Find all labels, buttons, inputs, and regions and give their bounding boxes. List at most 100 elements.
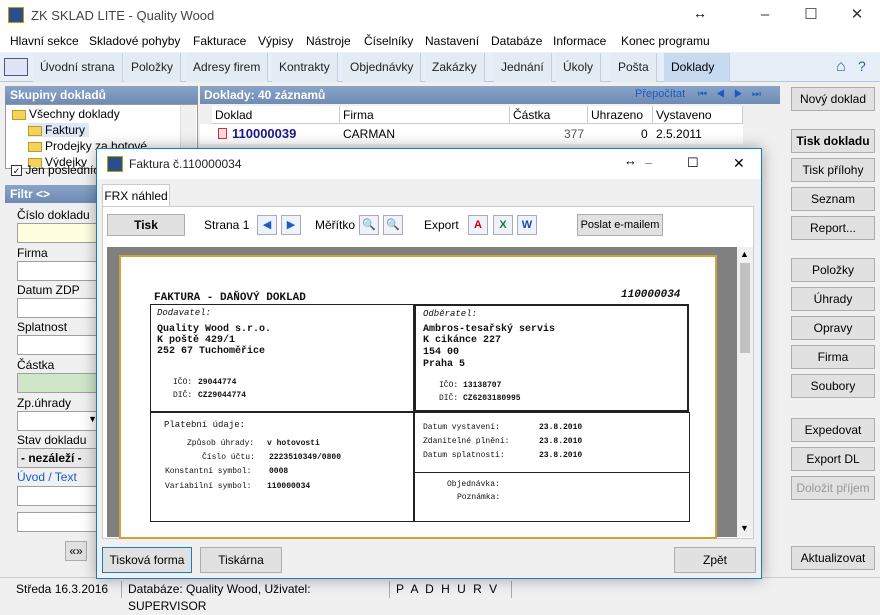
menu-item[interactable]: Číselníky <box>364 34 413 48</box>
menu-item[interactable]: Skladové pohyby <box>89 34 180 48</box>
scroll-down-icon[interactable]: ▼ <box>740 523 749 533</box>
report-preview: FAKTURA - DAŇOVÝ DOKLAD 110000034 Dodava… <box>107 247 753 539</box>
expand-button[interactable]: «» <box>65 541 87 561</box>
menu-item[interactable]: Výpisy <box>258 34 293 48</box>
menu-item[interactable]: Nástroje <box>306 34 351 48</box>
items-button[interactable]: Položky <box>791 258 875 282</box>
resize-arrows-icon[interactable]: ↔ <box>624 153 637 168</box>
toolbar-toggle-icon[interactable] <box>4 58 28 76</box>
tab-adresy-firem[interactable]: Adresy firem <box>186 53 269 82</box>
resize-arrows-icon[interactable]: ↔ <box>693 5 707 21</box>
only-last-checkbox[interactable]: ✓ Jen posledních <box>11 163 106 177</box>
supplier-ico: 29044774 <box>198 378 237 387</box>
print-form-button[interactable]: Tisková forma <box>102 547 192 573</box>
tab-posta[interactable]: Pošta <box>611 53 657 82</box>
tab-doklady[interactable]: Doklady <box>664 53 730 82</box>
menu-bar: Hlavní sekce Skladové pohyby Fakturace V… <box>0 32 880 52</box>
tab-objednavky[interactable]: Objednávky <box>343 53 422 82</box>
menu-item[interactable]: Informace <box>553 34 606 48</box>
cell-vystaveno: 2.5.2011 <box>656 127 702 141</box>
account-label: Číslo účtu: <box>202 453 255 462</box>
grid-nav-icons[interactable]: ⏮◀▶⏭ <box>698 89 770 100</box>
print-attachment-button[interactable]: Tisk přílohy <box>791 158 875 182</box>
tab-polozky[interactable]: Položky <box>124 53 182 82</box>
tree-item[interactable]: Všechny doklady <box>12 107 120 121</box>
maximize-icon[interactable]: ☐ <box>687 155 699 171</box>
list-button[interactable]: Seznam <box>791 187 875 211</box>
scroll-up-icon[interactable]: ▲ <box>740 249 749 259</box>
print-doc-button[interactable]: Tisk dokladu <box>791 129 875 153</box>
menu-item[interactable]: Hlavní sekce <box>10 34 79 48</box>
payments-button[interactable]: Úhrady <box>791 287 875 311</box>
files-button[interactable]: Soubory <box>791 374 875 398</box>
payment-label: Platební údaje: <box>164 420 246 430</box>
next-page-icon[interactable]: ▶ <box>281 215 301 235</box>
zp-uhrady-select[interactable]: ▼ <box>17 411 101 431</box>
help-icon[interactable]: ? <box>858 58 866 74</box>
export-excel-icon[interactable]: X <box>493 215 513 235</box>
home-icon[interactable]: ⌂ <box>836 58 846 76</box>
groups-header: Skupiny dokladů <box>5 86 198 104</box>
pay-method-label: Způsob úhrady: <box>187 439 255 448</box>
cell-uhrazeno: 0 <box>641 127 648 141</box>
minimize-icon[interactable]: – <box>645 155 652 170</box>
preview-pane: Tisk Strana 1 ◀ ▶ Měřítko 🔍 🔍 Export A X… <box>102 206 754 539</box>
maximize-icon[interactable]: ☐ <box>788 0 834 30</box>
stav-dokladu-select[interactable]: - nezáleží - <box>17 448 101 468</box>
tab-jednani[interactable]: Jednání <box>494 53 552 82</box>
close-icon[interactable]: ✕ <box>733 155 745 172</box>
scroll-thumb[interactable] <box>740 263 750 353</box>
new-doc-button[interactable]: Nový doklad <box>791 87 875 111</box>
menu-item[interactable]: Databáze <box>491 34 542 48</box>
table-row[interactable]: 110000039 CARMAN 377 0 2.5.2011 <box>200 124 743 144</box>
zoom-in-icon[interactable]: 🔍 <box>383 215 403 235</box>
scale-label: Měřítko <box>315 218 356 232</box>
tab-uvodni-strana[interactable]: Úvodní strana <box>33 53 123 82</box>
status-date: Středa 16.3.2016 <box>12 581 122 598</box>
order-label: Objednávka: <box>447 480 500 489</box>
export-label: Export <box>424 218 459 232</box>
preview-scrollbar[interactable]: ▲ ▼ <box>737 247 753 537</box>
col-vystaveno[interactable]: Vystaveno <box>653 106 743 124</box>
printer-button[interactable]: Tiskárna <box>200 547 282 573</box>
tree-item-selected[interactable]: Faktury <box>28 123 90 137</box>
zoom-out-icon[interactable]: 🔍 <box>359 215 379 235</box>
menu-item[interactable]: Nastavení <box>425 34 479 48</box>
col-castka[interactable]: Částka <box>510 106 588 124</box>
menu-item[interactable]: Fakturace <box>193 34 246 48</box>
note-label: Poznámka: <box>457 493 501 502</box>
recalc-link[interactable]: Přepočítat <box>635 88 685 100</box>
main-tabs: Úvodní strana Položky Adresy firem Kontr… <box>0 53 880 82</box>
due-label: Datum splatnosti: <box>423 451 505 460</box>
export-dl-button[interactable]: Export DL <box>791 447 875 471</box>
send-email-button[interactable]: Poslat e-mailem <box>577 214 663 236</box>
close-icon[interactable]: ✕ <box>834 0 880 30</box>
col-uhrazeno[interactable]: Uhrazeno <box>588 106 653 124</box>
add-receipt-button[interactable]: Doložit příjem <box>791 476 875 500</box>
menu-item[interactable]: Konec programu <box>621 34 710 48</box>
tab-zakazky[interactable]: Zakázky <box>425 53 485 82</box>
right-panel: Nový doklad Tisk dokladu Tisk přílohy Se… <box>783 86 880 576</box>
status-bar: Středa 16.3.2016 Databáze: Quality Wood,… <box>0 577 880 613</box>
minimize-icon[interactable]: – <box>742 0 788 30</box>
col-doklad[interactable]: Doklad <box>212 106 340 124</box>
export-word-icon[interactable]: W <box>517 215 537 235</box>
uvod-text-link[interactable]: Úvod / Text <box>17 470 77 484</box>
refresh-button[interactable]: Aktualizovat <box>791 546 875 570</box>
report-button[interactable]: Report... <box>791 216 875 240</box>
dispatch-button[interactable]: Expedovat <box>791 418 875 442</box>
customer-line: Praha 5 <box>423 359 466 370</box>
tab-ukoly[interactable]: Úkoly <box>556 53 602 82</box>
corrections-button[interactable]: Opravy <box>791 316 875 340</box>
back-button[interactable]: Zpět <box>674 547 756 573</box>
customer-ico: 13138707 <box>463 381 502 390</box>
prev-page-icon[interactable]: ◀ <box>257 215 277 235</box>
col-firma[interactable]: Firma <box>340 106 510 124</box>
tab-kontrakty[interactable]: Kontrakty <box>272 53 338 82</box>
tab-frx-preview[interactable]: FRX náhled <box>102 184 170 206</box>
print-button[interactable]: Tisk <box>107 214 185 236</box>
company-button[interactable]: Firma <box>791 345 875 369</box>
export-pdf-icon[interactable]: A <box>468 215 488 235</box>
invoice-doc-icon <box>218 128 227 139</box>
label-castka: Částka <box>17 358 55 372</box>
